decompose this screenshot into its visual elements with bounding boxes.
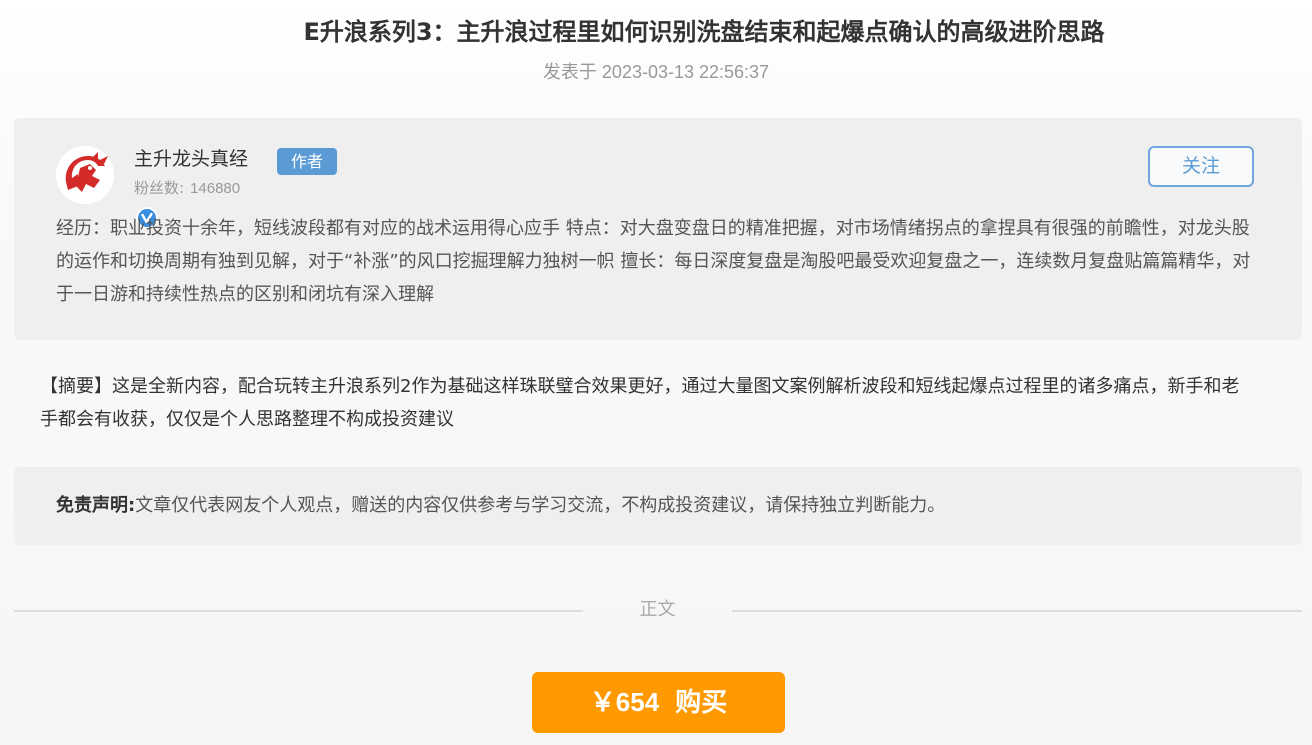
author-card: 主升龙头真经 作者 粉丝数: 146880 关注 经历：职业投资十余年，短线波段都… bbox=[14, 118, 1302, 340]
buy-label: 购买 bbox=[675, 688, 728, 718]
red-dragon-avatar-icon bbox=[56, 146, 114, 204]
article-title: E升浪系列3：主升浪过程里如何识别洗盘结束和起爆点确认的高级进阶思路 bbox=[0, 14, 1312, 50]
fans-number: 146880 bbox=[190, 180, 241, 197]
buy-button[interactable]: ￥654 购买 bbox=[532, 672, 785, 733]
disclaimer: 免责声明:文章仅代表网友个人观点，赠送的内容仅供参考与学习交流，不构成投资建议，… bbox=[56, 491, 945, 521]
article-title-text: E升浪系列3：主升浪过程里如何识别洗盘结束和起爆点确认的高级进阶思路 bbox=[303, 18, 1105, 46]
article-summary: 【摘要】这是全新内容，配合玩转主升浪系列2作为基础这样珠联璧合效果更好，通过大量… bbox=[40, 376, 1240, 430]
author-avatar[interactable] bbox=[56, 146, 158, 229]
author-badge: 作者 bbox=[277, 148, 338, 175]
fans-count: 粉丝数: 146880 bbox=[134, 178, 240, 199]
follow-button[interactable]: 关注 bbox=[1148, 146, 1254, 187]
fans-label: 粉丝数: bbox=[134, 179, 185, 197]
divider-left bbox=[14, 610, 583, 612]
publish-time: 发表于 2023-03-13 22:56:37 bbox=[542, 62, 770, 82]
disclaimer-text: 文章仅代表网友个人观点，赠送的内容仅供参考与学习交流，不构成投资建议，请保持独立… bbox=[135, 495, 946, 516]
buy-price: ￥654 bbox=[589, 687, 660, 717]
author-name[interactable]: 主升龙头真经 bbox=[134, 146, 248, 172]
disclaimer-box: 免责声明:文章仅代表网友个人观点，赠送的内容仅供参考与学习交流，不构成投资建议，… bbox=[14, 467, 1302, 545]
body-divider-label: 正文 bbox=[639, 599, 676, 620]
divider-right bbox=[732, 610, 1302, 612]
author-bio: 经历：职业投资十余年，短线波段都有对应的战术运用得心应手 特点：对大盘变盘日的精… bbox=[56, 218, 1251, 305]
disclaimer-label: 免责声明: bbox=[56, 495, 136, 516]
